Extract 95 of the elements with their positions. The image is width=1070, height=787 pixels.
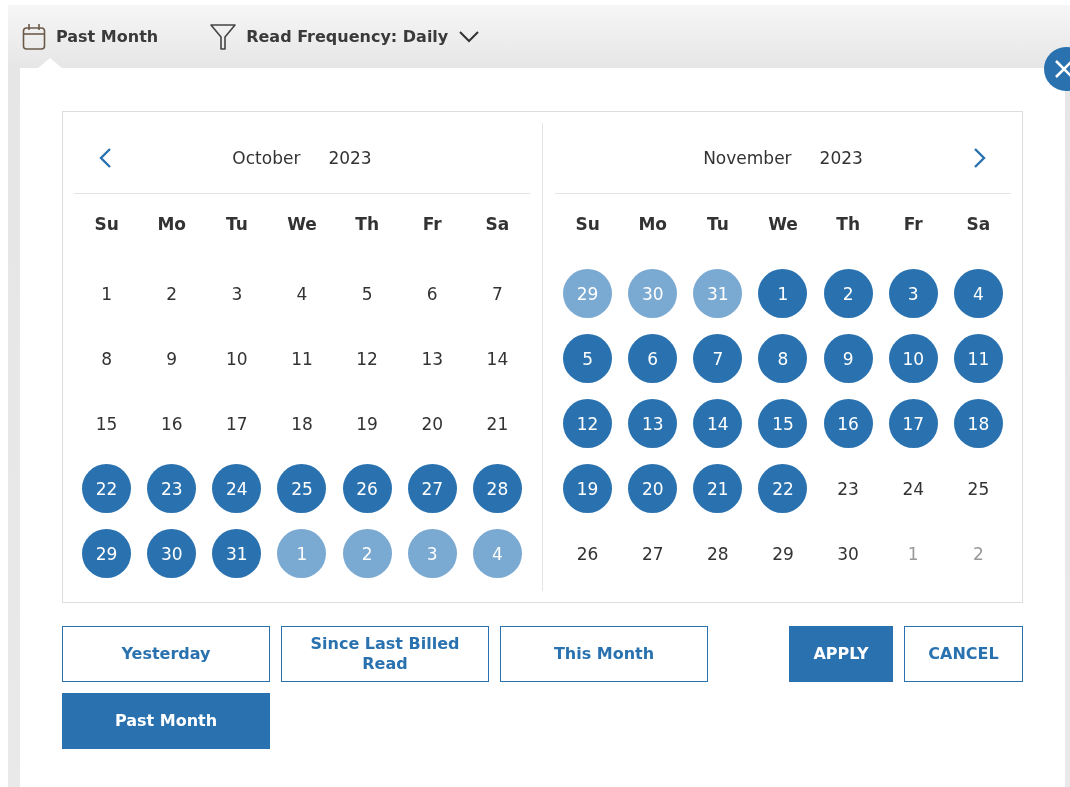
chevron-left-icon: [98, 147, 112, 169]
day-button[interactable]: 30: [823, 529, 873, 578]
day-button[interactable]: 29: [758, 529, 808, 578]
day-button[interactable]: 18: [277, 399, 327, 448]
weekday-label: Th: [354, 212, 380, 236]
day-button[interactable]: 29: [82, 529, 132, 578]
day-button[interactable]: 13: [628, 399, 678, 448]
day-button[interactable]: 12: [342, 334, 392, 383]
day-button[interactable]: 26: [342, 464, 392, 513]
year-label: 2023: [328, 148, 372, 168]
day-button[interactable]: 4: [953, 269, 1003, 318]
day-button[interactable]: 4: [277, 269, 327, 318]
weekday-label: Sa: [484, 212, 511, 236]
day-button[interactable]: 12: [563, 399, 613, 448]
day-button[interactable]: 26: [563, 529, 613, 578]
day-button[interactable]: 7: [472, 269, 522, 318]
frequency-label[interactable]: Read Frequency: Daily: [246, 27, 449, 46]
day-button[interactable]: 2: [953, 529, 1003, 578]
weekday-label: Mo: [637, 212, 668, 236]
weekday-label: Fr: [421, 212, 443, 236]
day-button[interactable]: 20: [407, 399, 457, 448]
day-button[interactable]: 28: [693, 529, 743, 578]
chevron-down-icon[interactable]: [458, 29, 481, 44]
day-button[interactable]: 10: [888, 334, 938, 383]
day-button[interactable]: 23: [147, 464, 197, 513]
day-button[interactable]: 14: [472, 334, 522, 383]
day-button[interactable]: 11: [953, 334, 1003, 383]
weekday-label: Th: [835, 212, 861, 236]
day-button[interactable]: 7: [693, 334, 743, 383]
close-icon: [1053, 58, 1070, 80]
day-button[interactable]: 1: [758, 269, 808, 318]
year-label: 2023: [819, 148, 863, 168]
apply-button[interactable]: APPLY: [789, 626, 893, 682]
day-button[interactable]: 27: [628, 529, 678, 578]
day-button[interactable]: 16: [823, 399, 873, 448]
preset-button[interactable]: Past Month: [62, 693, 270, 749]
day-button[interactable]: 22: [82, 464, 132, 513]
day-button[interactable]: 16: [147, 399, 197, 448]
preset-button[interactable]: Since Last Billed Read: [281, 626, 489, 682]
day-button[interactable]: 10: [212, 334, 262, 383]
weekday-label: Tu: [705, 212, 730, 236]
day-button[interactable]: 9: [147, 334, 197, 383]
day-button[interactable]: 8: [82, 334, 132, 383]
weekday-label: We: [286, 212, 318, 236]
day-button[interactable]: 22: [758, 464, 808, 513]
day-button[interactable]: 19: [563, 464, 613, 513]
day-button[interactable]: 1: [82, 269, 132, 318]
day-button[interactable]: 2: [147, 269, 197, 318]
day-button[interactable]: 9: [823, 334, 873, 383]
day-button[interactable]: 1: [888, 529, 938, 578]
day-button[interactable]: 28: [472, 464, 522, 513]
preset-button[interactable]: Yesterday: [62, 626, 270, 682]
day-button[interactable]: 2: [823, 269, 873, 318]
weekday-label: We: [767, 212, 799, 236]
day-button[interactable]: 5: [342, 269, 392, 318]
day-button[interactable]: 19: [342, 399, 392, 448]
day-button[interactable]: 20: [628, 464, 678, 513]
day-button[interactable]: 30: [147, 529, 197, 578]
day-button[interactable]: 15: [82, 399, 132, 448]
day-button[interactable]: 25: [953, 464, 1003, 513]
day-button[interactable]: 27: [407, 464, 457, 513]
day-button[interactable]: 13: [407, 334, 457, 383]
day-button[interactable]: 6: [628, 334, 678, 383]
weekday-label: Su: [574, 212, 601, 236]
day-button[interactable]: 24: [212, 464, 262, 513]
calendar-icon: [22, 22, 46, 51]
day-button[interactable]: 15: [758, 399, 808, 448]
day-button[interactable]: 25: [277, 464, 327, 513]
preset-button[interactable]: This Month: [500, 626, 708, 682]
day-button[interactable]: 3: [212, 269, 262, 318]
weekday-label: Tu: [224, 212, 249, 236]
day-button[interactable]: 14: [693, 399, 743, 448]
month-label: October: [232, 148, 301, 168]
day-button[interactable]: 6: [407, 269, 457, 318]
day-button[interactable]: 3: [888, 269, 938, 318]
day-button[interactable]: 17: [212, 399, 262, 448]
day-button[interactable]: 31: [212, 529, 262, 578]
day-button[interactable]: 17: [888, 399, 938, 448]
day-button[interactable]: 21: [693, 464, 743, 513]
day-button[interactable]: 5: [563, 334, 613, 383]
weekday-label: Sa: [965, 212, 992, 236]
date-range-label[interactable]: Past Month: [56, 27, 159, 46]
day-button[interactable]: 11: [277, 334, 327, 383]
weekday-label: Mo: [156, 212, 187, 236]
cancel-button[interactable]: CANCEL: [904, 626, 1023, 682]
day-button[interactable]: 21: [472, 399, 522, 448]
month-label: November: [703, 148, 792, 168]
filter-icon: [210, 22, 237, 51]
day-button[interactable]: 8: [758, 334, 808, 383]
day-button[interactable]: 24: [888, 464, 938, 513]
chevron-right-icon: [973, 147, 987, 169]
day-button[interactable]: 18: [953, 399, 1003, 448]
day-button[interactable]: 23: [823, 464, 873, 513]
weekday-label: Fr: [902, 212, 924, 236]
weekday-label: Su: [93, 212, 120, 236]
